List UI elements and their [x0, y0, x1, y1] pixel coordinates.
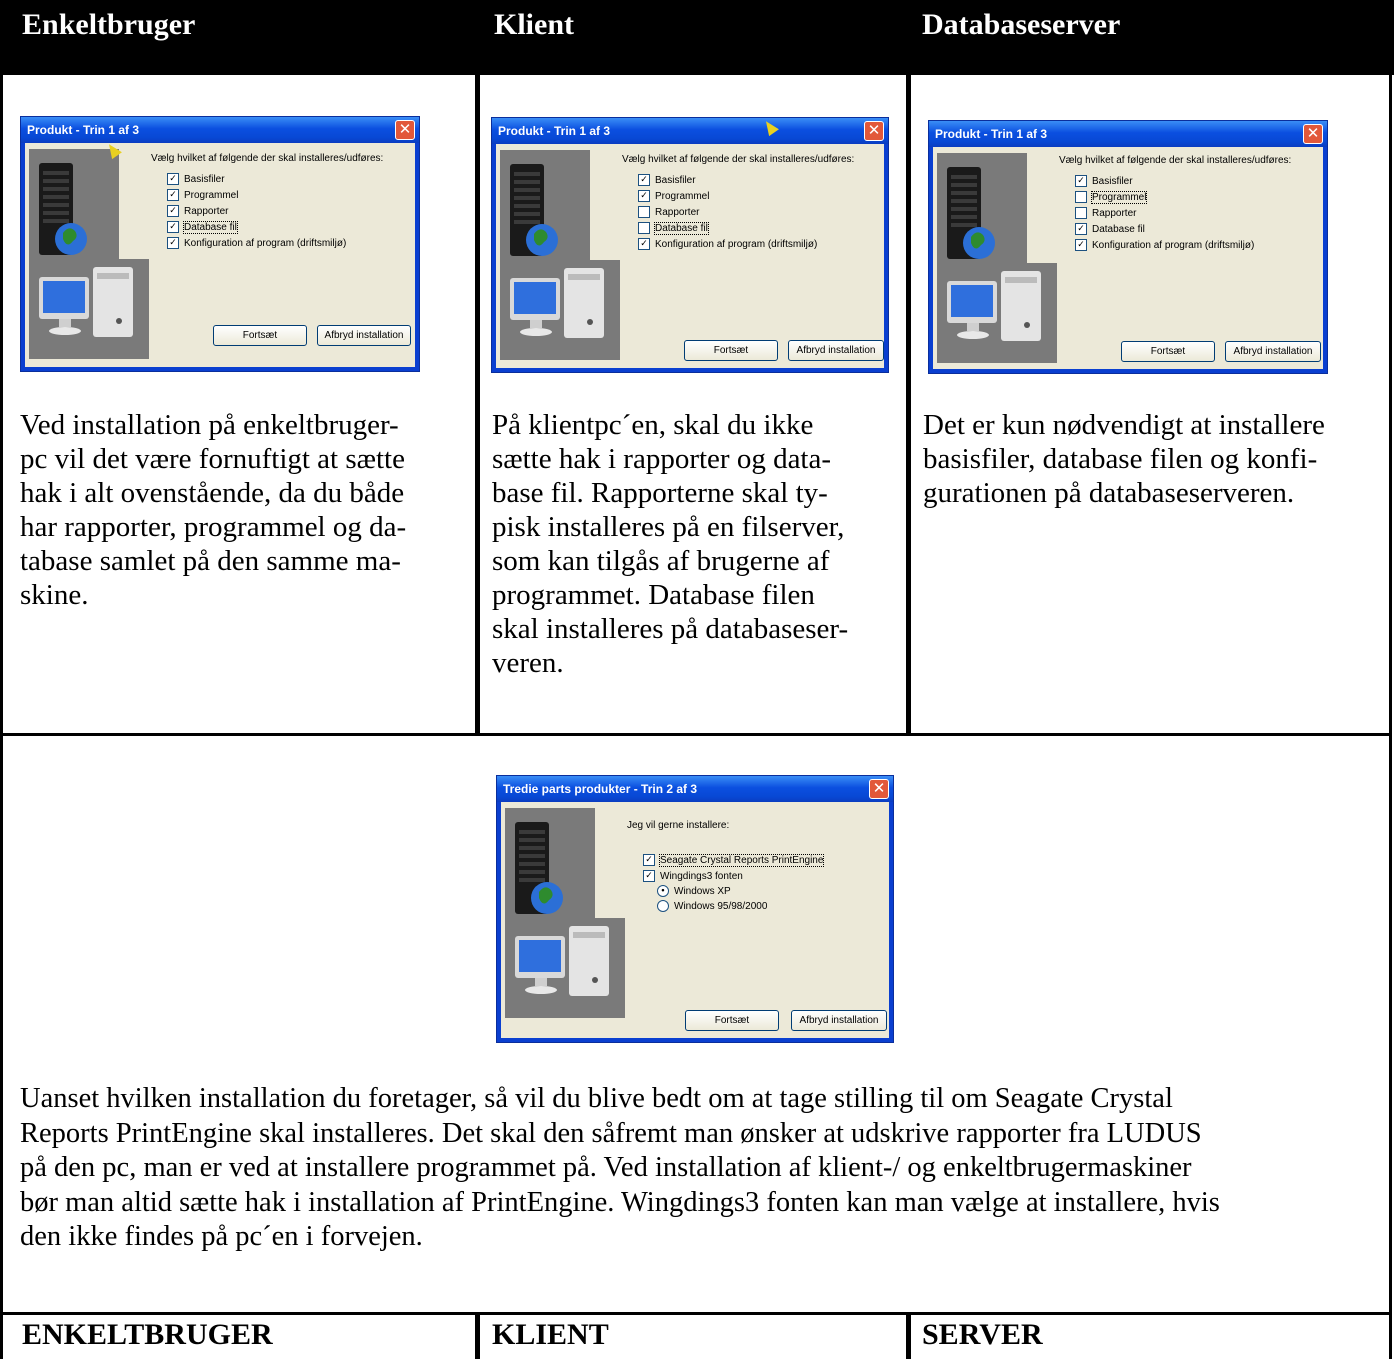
option-basisfiler[interactable]: ✓ Basisfiler [638, 174, 696, 188]
checkbox-icon: ✓ [643, 870, 655, 883]
computer-illustration [29, 149, 149, 359]
install-dialog-klient: Produkt - Trin 1 af 3 ✕ Vælg hvilket af … [491, 117, 889, 373]
option-rapporter[interactable]: Rapporter [1075, 207, 1136, 221]
continue-button[interactable]: Fortsæt [685, 1010, 779, 1031]
databaseserver-description: Det er kun nødvendigt at installere basi… [923, 409, 1325, 509]
footer-divider-2 [906, 1312, 911, 1359]
dialog-prompt: Vælg hvilket af følgende der skal instal… [1059, 155, 1292, 166]
footer-cell-klient: KLIENT [492, 1318, 609, 1351]
checkbox-icon: ✓ [1075, 175, 1087, 188]
computer-illustration [937, 153, 1057, 363]
option-database-fil[interactable]: Database fil [638, 222, 709, 236]
option-printengine[interactable]: ✓ Seagate Crystal Reports PrintEngine [643, 854, 825, 868]
checkbox-icon: ✓ [638, 174, 650, 187]
option-database-fil[interactable]: ✓ Database fil [1075, 223, 1145, 237]
computer-illustration [505, 808, 625, 1018]
close-icon[interactable]: ✕ [395, 120, 415, 140]
column-divider-1 [475, 75, 480, 735]
footer-cell-enkeltbruger: ENKELTBRUGER [22, 1318, 273, 1351]
enkeltbruger-description: Ved installation på enkeltbruger- pc vil… [20, 409, 407, 611]
klient-description: På klientpc´en, skal du ikke sætte hak i… [492, 409, 849, 679]
header-cell-klient: Klient [476, 0, 896, 75]
dialog-prompt: Vælg hvilket af følgende der skal instal… [151, 153, 384, 164]
cancel-button[interactable]: Afbryd installation [791, 1010, 887, 1031]
close-icon[interactable]: ✕ [1303, 124, 1323, 144]
computer-illustration [500, 150, 620, 360]
dialog-title: Produkt - Trin 1 af 3 [929, 121, 1327, 147]
continue-button[interactable]: Fortsæt [213, 325, 307, 346]
option-rapporter[interactable]: ✓ Rapporter [167, 205, 228, 219]
checkbox-icon [638, 206, 650, 219]
option-rapporter[interactable]: Rapporter [638, 206, 699, 220]
option-basisfiler[interactable]: ✓ Basisfiler [167, 173, 225, 187]
radio-icon [657, 900, 669, 913]
continue-button[interactable]: Fortsæt [684, 340, 778, 361]
close-icon[interactable]: ✕ [864, 121, 884, 141]
checkbox-icon: ✓ [167, 205, 179, 218]
table-border-right [1389, 0, 1392, 1359]
option-database-fil[interactable]: ✓ Database fil [167, 221, 238, 235]
checkbox-icon: ✓ [643, 854, 655, 867]
footer-divider [0, 1312, 1392, 1315]
footer-divider-1 [475, 1312, 480, 1359]
checkbox-icon: ✓ [638, 190, 650, 203]
dialog-title: Produkt - Trin 1 af 3 [21, 117, 419, 143]
close-icon[interactable]: ✕ [869, 779, 889, 799]
printengine-description: Uanset hvilken installation du foretager… [20, 1083, 1220, 1252]
cancel-button[interactable]: Afbryd installation [1225, 341, 1321, 362]
option-wingdings3[interactable]: ✓ Wingdings3 fonten [643, 870, 743, 884]
checkbox-icon: ✓ [1075, 223, 1087, 236]
option-programmel[interactable]: ✓ Programmel [167, 189, 238, 203]
column-divider-2 [906, 75, 911, 735]
install-dialog-databaseserver: Produkt - Trin 1 af 3 ✕ Vælg hvilket af … [928, 120, 1328, 374]
radio-windows-xp[interactable]: • Windows XP [657, 885, 731, 899]
option-konfiguration[interactable]: ✓ Konfiguration af program (driftsmiljø) [1075, 239, 1254, 253]
install-dialog-tredie-parts: Tredie parts produkter - Trin 2 af 3 ✕ J… [496, 775, 894, 1043]
radio-icon: • [657, 885, 669, 898]
cancel-button[interactable]: Afbryd installation [788, 340, 884, 361]
header-cell-enkeltbruger: Enkeltbruger [0, 0, 476, 75]
cancel-button[interactable]: Afbryd installation [317, 325, 411, 346]
dialog-prompt: Jeg vil gerne installere: [627, 820, 730, 831]
checkbox-icon [638, 222, 650, 235]
footer-cell-server: SERVER [922, 1318, 1043, 1351]
radio-windows-95-98-2000[interactable]: Windows 95/98/2000 [657, 900, 767, 914]
checkbox-icon: ✓ [638, 238, 650, 251]
option-programmel[interactable]: ✓ Programmel [638, 190, 709, 204]
header-cell-databaseserver: Databaseserver [896, 0, 1394, 75]
table-border-left [0, 0, 3, 1359]
checkbox-icon [1075, 207, 1087, 220]
row-divider [0, 733, 1392, 736]
option-konfiguration[interactable]: ✓ Konfiguration af program (driftsmiljø) [167, 237, 346, 251]
checkbox-icon: ✓ [167, 237, 179, 250]
option-basisfiler[interactable]: ✓ Basisfiler [1075, 175, 1133, 189]
dialog-title: Produkt - Trin 1 af 3 [492, 118, 888, 144]
option-programmel[interactable]: Programmel [1075, 191, 1148, 205]
checkbox-icon: ✓ [167, 189, 179, 202]
install-dialog-enkeltbruger: Produkt - Trin 1 af 3 ✕ Vælg hvilket af … [20, 116, 420, 372]
checkbox-icon [1075, 191, 1087, 204]
checkbox-icon: ✓ [167, 173, 179, 186]
checkbox-icon: ✓ [167, 221, 179, 234]
continue-button[interactable]: Fortsæt [1121, 341, 1215, 362]
dialog-prompt: Vælg hvilket af følgende der skal instal… [622, 154, 855, 165]
option-konfiguration[interactable]: ✓ Konfiguration af program (driftsmiljø) [638, 238, 817, 252]
dialog-title: Tredie parts produkter - Trin 2 af 3 [497, 776, 893, 802]
checkbox-icon: ✓ [1075, 239, 1087, 252]
